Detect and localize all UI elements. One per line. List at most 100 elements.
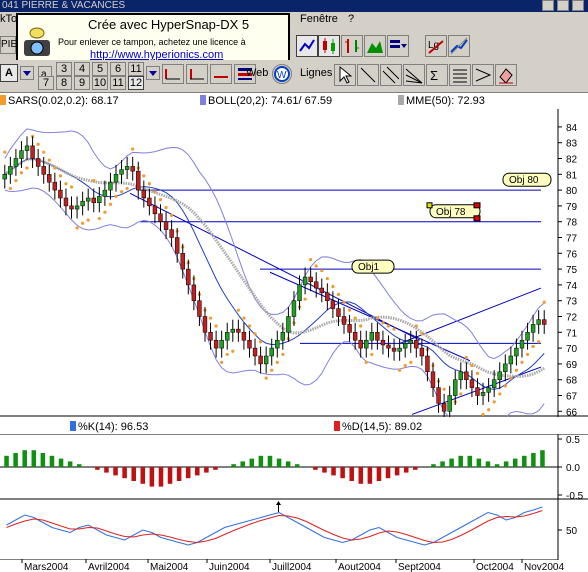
candle-up — [19, 150, 24, 159]
resize-handle[interactable] — [473, 202, 481, 209]
minimize-button[interactable] — [542, 0, 554, 11]
period-dropdown[interactable] — [146, 66, 160, 80]
mountain-chart-button[interactable] — [364, 35, 386, 57]
period-11-button[interactable]: 11 — [110, 76, 126, 90]
sar-dot — [470, 363, 474, 368]
period-3-button[interactable]: 3 — [56, 62, 72, 76]
line-chart-button[interactable] — [296, 35, 318, 57]
stoch-legend: %K(14): 96.53 %D(14,5): 89.02 — [0, 421, 588, 434]
period-8-button[interactable]: 8 — [56, 76, 72, 90]
fan-tool[interactable] — [403, 64, 425, 86]
symbol-field[interactable]: PIE — [0, 36, 17, 54]
sar-dot — [42, 150, 46, 154]
trend-button[interactable] — [448, 35, 470, 57]
period-7-button[interactable]: 7 — [38, 76, 54, 90]
indicator-button-2[interactable] — [186, 64, 208, 84]
candle-up — [230, 328, 235, 333]
candle-up — [530, 324, 536, 333]
log-scale-button[interactable]: Lg — [425, 35, 447, 57]
candle-up — [519, 339, 525, 349]
candle-up — [263, 355, 269, 365]
annotation-text: Obj 78 — [436, 207, 466, 218]
sar-dot — [487, 408, 491, 412]
d-legend: %D(14,5): 89.02 — [334, 421, 422, 434]
mode-button[interactable]: A — [0, 64, 18, 82]
price-tick-label: 75 — [566, 265, 578, 276]
resize-handle[interactable] — [426, 202, 433, 209]
k-legend: %K(14): 96.53 — [70, 421, 148, 434]
indicator-button-3[interactable] — [210, 64, 232, 84]
eraser-tool[interactable] — [495, 64, 517, 86]
sar-dot — [47, 158, 51, 162]
period-10-button[interactable]: 10 — [92, 76, 108, 90]
sar-dot — [381, 321, 385, 325]
web-button[interactable]: W — [272, 64, 292, 84]
candle-up — [80, 200, 85, 207]
fibonacci-tool[interactable] — [449, 64, 471, 86]
obj80-label[interactable]: Obj 80 — [502, 172, 552, 187]
candle-down — [325, 292, 330, 301]
candle-up — [8, 166, 13, 175]
bar-chart-button[interactable] — [341, 35, 363, 57]
sar-dot — [531, 344, 535, 349]
sar-dot — [509, 376, 513, 380]
candle-chart-button[interactable] — [318, 35, 340, 57]
volume-menu-button[interactable] — [387, 35, 409, 57]
macd-panel[interactable]: 0.5 0.0 -0.5 — [0, 434, 588, 500]
sar-dot — [36, 142, 40, 146]
candle-up — [491, 379, 497, 388]
line-tool[interactable] — [357, 64, 379, 86]
channel-tool[interactable] — [380, 64, 402, 86]
period-label: 5 — [96, 63, 104, 75]
sar-dot — [464, 355, 468, 360]
candle-down — [130, 166, 135, 172]
period-11-top-button[interactable]: 11 — [128, 62, 144, 76]
maximize-button[interactable] — [557, 0, 569, 11]
candle-up — [480, 392, 486, 396]
menu-item-help[interactable]: ? — [348, 13, 354, 25]
candle-down — [197, 300, 202, 317]
stochastic-panel[interactable]: 50 — [0, 500, 588, 560]
price-chart[interactable]: 84 83 82 81 80 79 78 77 76 75 74 73 72 71 70 69 68 67 66 O… — [0, 109, 588, 417]
sum-tool[interactable]: Σ — [426, 64, 448, 86]
mode-dropdown[interactable] — [20, 66, 34, 80]
sar-dot — [375, 316, 379, 320]
candle-down — [35, 158, 41, 167]
menu-item-tools[interactable]: kTo — [0, 13, 17, 25]
obj78-label[interactable]: Obj 78 — [426, 202, 481, 222]
obj1-label[interactable]: Obj1 — [351, 259, 395, 274]
price-tick-label: 69 — [566, 360, 578, 371]
sar-dot — [492, 400, 496, 404]
web-label[interactable]: Web — [246, 67, 268, 79]
candle-down — [425, 355, 430, 373]
period-5-button[interactable]: 5 — [92, 62, 108, 76]
indicator-button-1[interactable] — [162, 64, 184, 84]
resize-handle[interactable] — [473, 215, 481, 222]
period-12-button[interactable]: 12 — [128, 76, 144, 90]
mode-letter: A — [5, 67, 13, 79]
menu-item-window[interactable]: Fenêtre — [300, 13, 338, 25]
sar-dot — [459, 392, 463, 396]
close-button[interactable] — [572, 0, 584, 11]
sar-dot — [542, 300, 546, 304]
d-legend-text: %D(14,5): 89.02 — [342, 421, 423, 433]
time-axis: Mars2004 Avril2004 Mai2004 Juin2004 Juill200… — [0, 559, 564, 572]
candle-down — [258, 355, 263, 365]
period-9-button[interactable]: 9 — [74, 76, 90, 90]
candle-down — [69, 205, 74, 210]
pointer-tool[interactable] — [334, 64, 356, 86]
candle-down — [208, 332, 213, 341]
candle-down — [47, 174, 52, 183]
price-tick-label: 71 — [566, 328, 578, 339]
sar-dot — [64, 182, 68, 186]
candle-down — [169, 229, 174, 238]
period-6-button[interactable]: 6 — [110, 62, 126, 76]
sar-dot — [481, 412, 485, 417]
candle-down — [441, 403, 447, 412]
period-4-button[interactable]: 4 — [74, 62, 90, 76]
time-tick-label: Mai2004 — [150, 562, 189, 572]
candle-down — [358, 339, 363, 349]
candle-down — [58, 189, 63, 199]
arrow-tool[interactable] — [472, 64, 494, 86]
sar-dot — [281, 352, 285, 357]
